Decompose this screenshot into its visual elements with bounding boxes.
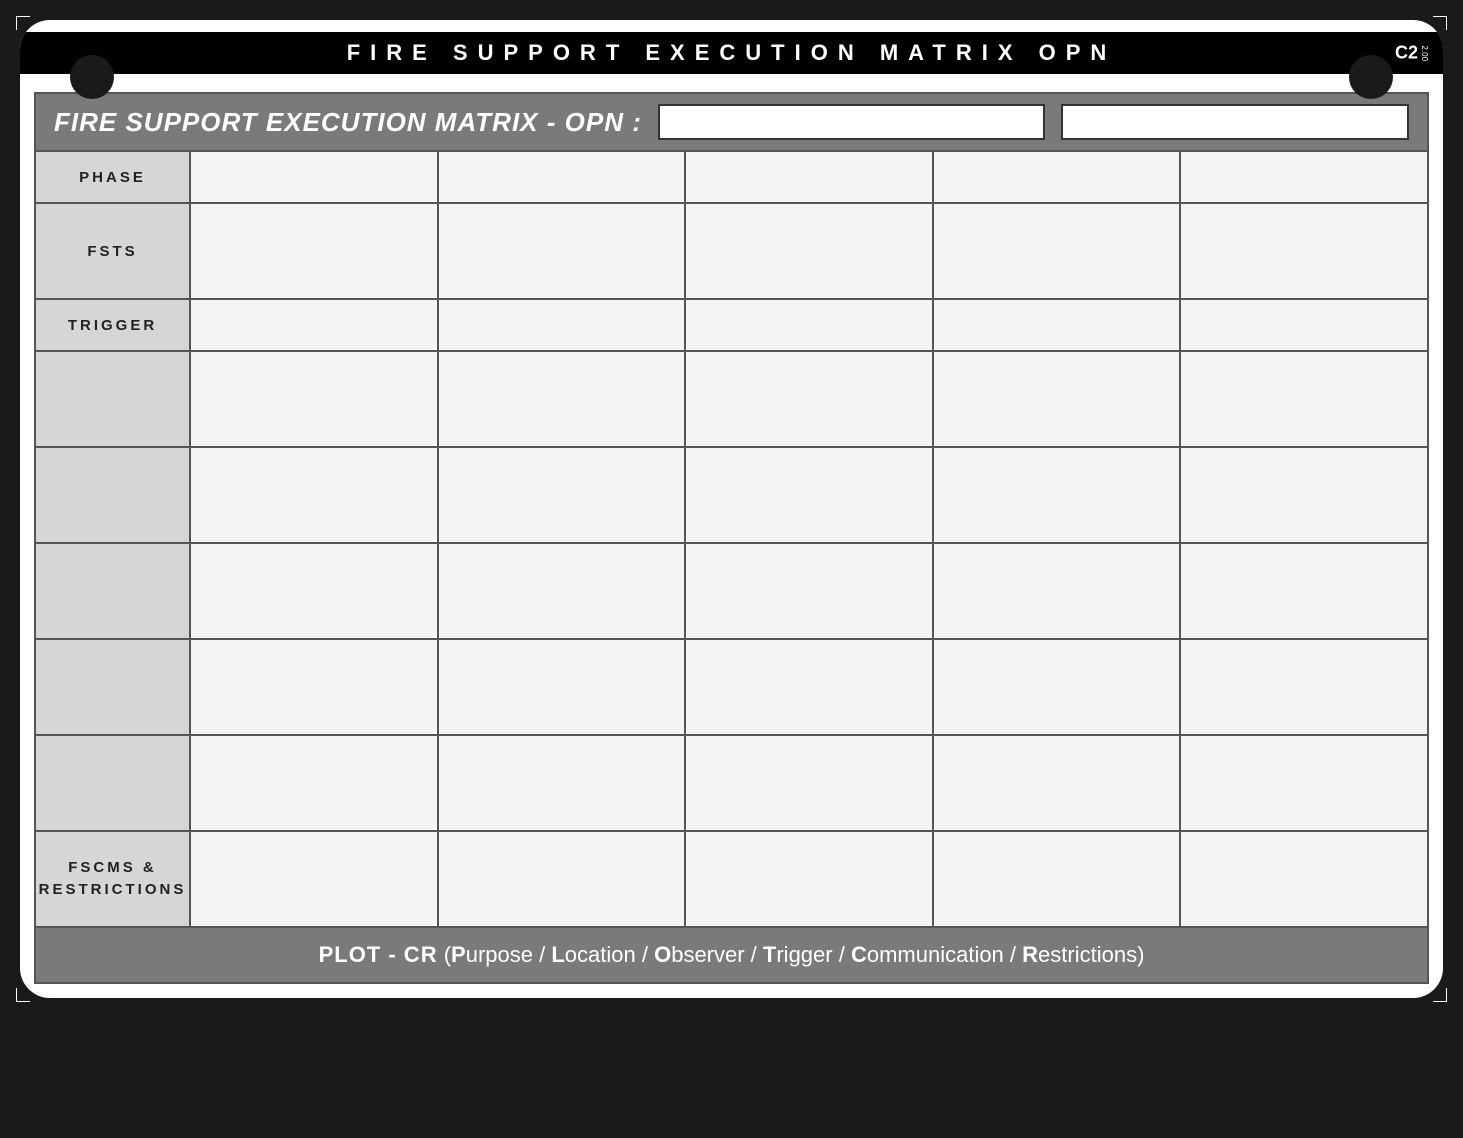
cell-b2-1[interactable] (190, 447, 438, 543)
cell-fsts-2[interactable] (438, 203, 686, 299)
form-header-title: FIRE SUPPORT EXECUTION MATRIX - OPN : (54, 107, 642, 138)
cell-phase-2[interactable] (438, 151, 686, 203)
execution-matrix-table: PHASE FSTS TRIGGER (34, 150, 1429, 928)
cell-b3-1[interactable] (190, 543, 438, 639)
row-body-5 (35, 735, 1428, 831)
cell-fsts-1[interactable] (190, 203, 438, 299)
cell-fsts-3[interactable] (685, 203, 933, 299)
cell-phase-4[interactable] (933, 151, 1181, 203)
cell-trigger-4[interactable] (933, 299, 1181, 351)
row-label-trigger: TRIGGER (35, 299, 190, 351)
cell-b1-1[interactable] (190, 351, 438, 447)
form-card: FIRE SUPPORT EXECUTION MATRIX OPN C2 2.0… (20, 20, 1443, 998)
cell-phase-3[interactable] (685, 151, 933, 203)
row-label-body-3[interactable] (35, 543, 190, 639)
cell-b4-1[interactable] (190, 639, 438, 735)
row-label-fsts: FSTS (35, 203, 190, 299)
row-label-body-2[interactable] (35, 447, 190, 543)
cell-phase-5[interactable] (1180, 151, 1428, 203)
cell-b4-3[interactable] (685, 639, 933, 735)
row-fsts: FSTS (35, 203, 1428, 299)
cell-fsts-5[interactable] (1180, 203, 1428, 299)
brand-mark: C2 2.00 (1395, 43, 1429, 64)
binder-hole-right (1349, 55, 1393, 99)
cell-b2-3[interactable] (685, 447, 933, 543)
footer-legend: PLOT - CR (Purpose / Location / Observer… (34, 928, 1429, 984)
cell-trigger-3[interactable] (685, 299, 933, 351)
opn-field-2[interactable] (1061, 104, 1409, 140)
row-body-3 (35, 543, 1428, 639)
cell-b2-2[interactable] (438, 447, 686, 543)
cell-b4-2[interactable] (438, 639, 686, 735)
cell-b1-5[interactable] (1180, 351, 1428, 447)
cell-b1-2[interactable] (438, 351, 686, 447)
top-title-text: FIRE SUPPORT EXECUTION MATRIX OPN (347, 40, 1117, 65)
cell-fscms-5[interactable] (1180, 831, 1428, 927)
opn-field-1[interactable] (658, 104, 1045, 140)
row-body-1 (35, 351, 1428, 447)
cell-b3-3[interactable] (685, 543, 933, 639)
row-fscms: FSCMS & RESTRICTIONS (35, 831, 1428, 927)
binder-hole-left (70, 55, 114, 99)
cell-b5-3[interactable] (685, 735, 933, 831)
cell-b2-5[interactable] (1180, 447, 1428, 543)
form-header-bar: FIRE SUPPORT EXECUTION MATRIX - OPN : (34, 92, 1429, 150)
cell-b5-1[interactable] (190, 735, 438, 831)
cell-fscms-2[interactable] (438, 831, 686, 927)
cell-b3-5[interactable] (1180, 543, 1428, 639)
row-trigger: TRIGGER (35, 299, 1428, 351)
cell-trigger-1[interactable] (190, 299, 438, 351)
cell-b4-4[interactable] (933, 639, 1181, 735)
cell-b5-5[interactable] (1180, 735, 1428, 831)
cell-fscms-4[interactable] (933, 831, 1181, 927)
cell-fsts-4[interactable] (933, 203, 1181, 299)
row-label-body-5[interactable] (35, 735, 190, 831)
row-body-4 (35, 639, 1428, 735)
cell-phase-1[interactable] (190, 151, 438, 203)
cell-fscms-1[interactable] (190, 831, 438, 927)
cell-trigger-5[interactable] (1180, 299, 1428, 351)
cell-b4-5[interactable] (1180, 639, 1428, 735)
row-label-body-1[interactable] (35, 351, 190, 447)
cell-b5-2[interactable] (438, 735, 686, 831)
cell-b3-4[interactable] (933, 543, 1181, 639)
row-label-fscms: FSCMS & RESTRICTIONS (35, 831, 190, 927)
cell-b2-4[interactable] (933, 447, 1181, 543)
row-body-2 (35, 447, 1428, 543)
cell-b3-2[interactable] (438, 543, 686, 639)
cell-trigger-2[interactable] (438, 299, 686, 351)
cell-b1-4[interactable] (933, 351, 1181, 447)
footer-lead: PLOT - CR (319, 942, 438, 967)
cell-fscms-3[interactable] (685, 831, 933, 927)
row-label-body-4[interactable] (35, 639, 190, 735)
cell-b5-4[interactable] (933, 735, 1181, 831)
cell-b1-3[interactable] (685, 351, 933, 447)
row-phase: PHASE (35, 151, 1428, 203)
top-title-bar: FIRE SUPPORT EXECUTION MATRIX OPN C2 2.0… (20, 32, 1443, 74)
row-label-phase: PHASE (35, 151, 190, 203)
